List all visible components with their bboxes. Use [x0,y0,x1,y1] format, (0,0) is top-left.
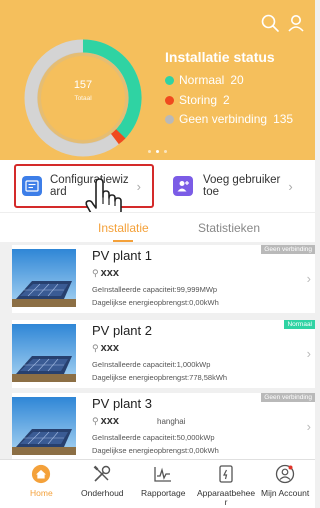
status-badge: Normaal [284,320,315,329]
legend-fault-label: Storing [179,93,218,107]
solar-panel-image [12,249,76,307]
plant-card[interactable]: PV plant 1 ⚲ xxx Geïnstalleerde capaciteit:… [12,245,315,313]
plant-capacity: Geïnstalleerde capaciteit:99,999MWp [92,285,218,294]
fault-dot-icon [165,95,174,105]
normal-dot-icon [165,75,174,85]
plant-capacity: Geïnstalleerde capaciteit:50,000kWp [92,433,215,442]
legend-normal-count: 20 [230,73,244,87]
nav-device-management-label: Apparaatbehee r [197,488,256,507]
location-pin-icon: ⚲ [92,343,99,353]
legend-normal-label: Normaal [179,73,225,87]
nav-account-label: Mijn Account [261,488,310,498]
solar-panel-image [12,324,76,382]
bottom-navigation: Home Onderhoud Rapportage Apparaatbehee … [0,459,315,508]
legend-fault: Storing 2 [165,93,230,107]
home-icon [31,464,51,484]
plant-owner: ⚲ xxx [92,415,119,427]
plant-card[interactable]: PV plant 3 ⚲ xxx hanghai Geïnstalleerde capa… [12,393,315,461]
plant-status-header: 157 Totaal Installatie status Normaal 20… [0,0,315,160]
nav-reports[interactable]: Rapportage [141,464,185,498]
tab-installatie[interactable]: Installatie [98,221,149,235]
plant-card[interactable]: PV plant 2 ⚲ xxx Geïnstalleerde capaciteit:… [12,320,315,388]
pager-dot-active[interactable] [156,150,159,153]
device-icon [216,464,236,484]
legend-normal: Normaal 20 [165,73,244,87]
carousel-pager[interactable] [0,150,315,153]
active-tab-indicator [113,240,133,242]
status-badge: Geen verbinding [261,393,315,402]
view-tabs: Installatie Statistieken [0,212,315,242]
plant-name: PV plant 1 [92,248,152,263]
user-icon[interactable] [286,13,306,33]
chart-icon [153,464,173,484]
chevron-right-icon: › [306,271,311,286]
pager-dot[interactable] [148,150,151,153]
plant-name: PV plant 3 [92,396,152,411]
status-badge: Geen verbinding [261,245,315,254]
chevron-right-icon: › [288,178,293,194]
add-user-label: Voeg gebruiker toe [203,174,281,198]
nav-maintenance-label: Onderhoud [81,488,124,498]
offline-dot-icon [165,114,174,124]
nav-home-label: Home [30,488,53,498]
plant-capacity: Geïnstalleerde capaciteit:1,000kWp [92,360,211,369]
location-pin-icon: ⚲ [92,268,99,278]
plant-daily-energy: Dagelijkse energieopbrengst:778,58kWh [92,373,228,382]
tools-icon [92,464,112,484]
add-user-button[interactable]: Voeg gebruiker toe › [173,166,293,206]
add-user-icon [173,176,193,196]
plant-daily-energy: Dagelijkse energieopbrengst:0,00kWh [92,446,219,455]
pager-dot[interactable] [164,150,167,153]
plant-daily-energy: Dagelijkse energieopbrengst:0,00kWh [92,298,219,307]
nav-account[interactable]: Mijn Account [261,464,309,498]
plant-location: hanghai [157,417,186,426]
total-label: Totaal [74,95,92,102]
legend-offline-count: 135 [273,112,294,126]
nav-home[interactable]: Home [30,464,53,498]
status-title: Installatie status [165,49,275,65]
nav-device-management[interactable]: Apparaatbehee r [197,464,255,507]
legend-offline: Geen verbinding 135 [165,112,293,126]
legend-fault-count: 2 [223,93,230,107]
donut-segment-fault [110,129,126,145]
chevron-right-icon: › [306,419,311,434]
nav-reports-label: Rapportage [141,488,186,498]
solar-panel-image [12,397,76,455]
location-pin-icon: ⚲ [92,416,99,426]
plant-owner: ⚲ xxx [92,342,119,354]
account-icon [275,464,295,484]
plant-name: PV plant 2 [92,323,152,338]
chevron-right-icon: › [306,346,311,361]
total-count: 157 [73,79,93,91]
plant-owner: ⚲ xxx [92,267,119,279]
search-icon[interactable] [260,13,280,33]
nav-maintenance[interactable]: Onderhoud [81,464,124,498]
tab-statistieken[interactable]: Statistieken [198,221,260,235]
legend-offline-label: Geen verbinding [179,112,268,126]
